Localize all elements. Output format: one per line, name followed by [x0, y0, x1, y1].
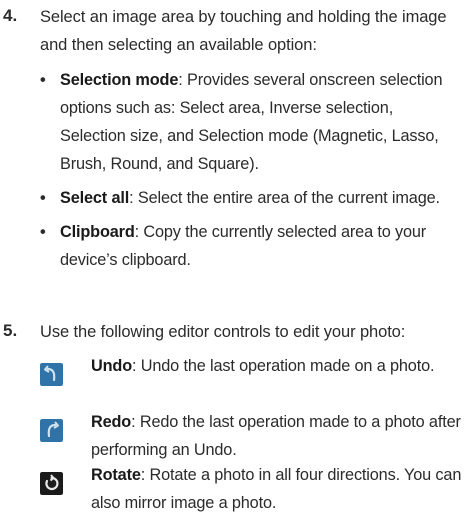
step-number: 4. — [3, 6, 18, 25]
option-description: Select the entire area of the current im… — [137, 189, 440, 207]
list-item: • Clipboard: Copy the currently selected… — [40, 218, 463, 274]
tool-description: Rotate: Rotate a photo in all four direc… — [91, 466, 462, 512]
tool-description: Redo: Redo the last operation made to a … — [91, 413, 461, 459]
tool-term: Undo — [91, 357, 132, 375]
list-item: • Selection mode: Provides several onscr… — [40, 66, 463, 178]
bullet-dot: • — [40, 71, 46, 89]
bullet-dot: • — [40, 223, 46, 241]
tool-description: Undo: Undo the last operation made on a … — [91, 357, 435, 375]
tool-rotate: Rotate: Rotate a photo in all four direc… — [40, 466, 463, 522]
rotate-icon — [40, 472, 63, 495]
tool-undo: Undo: Undo the last operation made on a … — [40, 357, 463, 413]
step-text: Select an image area by touching and hol… — [40, 8, 447, 54]
option-term: Select all — [60, 189, 130, 207]
tool-term: Rotate — [91, 466, 141, 484]
option-term: Clipboard — [60, 223, 135, 241]
step-text: Use the following editor controls to edi… — [40, 323, 406, 341]
option-term: Selection mode — [60, 71, 179, 89]
redo-icon — [40, 419, 63, 442]
option-list: • Selection mode: Provides several onscr… — [40, 66, 463, 280]
bullet-dot: • — [40, 189, 46, 207]
list-item: • Select all: Select the entire area of … — [40, 184, 463, 212]
tool-term: Redo — [91, 413, 132, 431]
manual-page: 4. Select an image area by touching and … — [0, 0, 471, 512]
step-number: 5. — [3, 321, 18, 340]
undo-icon — [40, 363, 63, 386]
